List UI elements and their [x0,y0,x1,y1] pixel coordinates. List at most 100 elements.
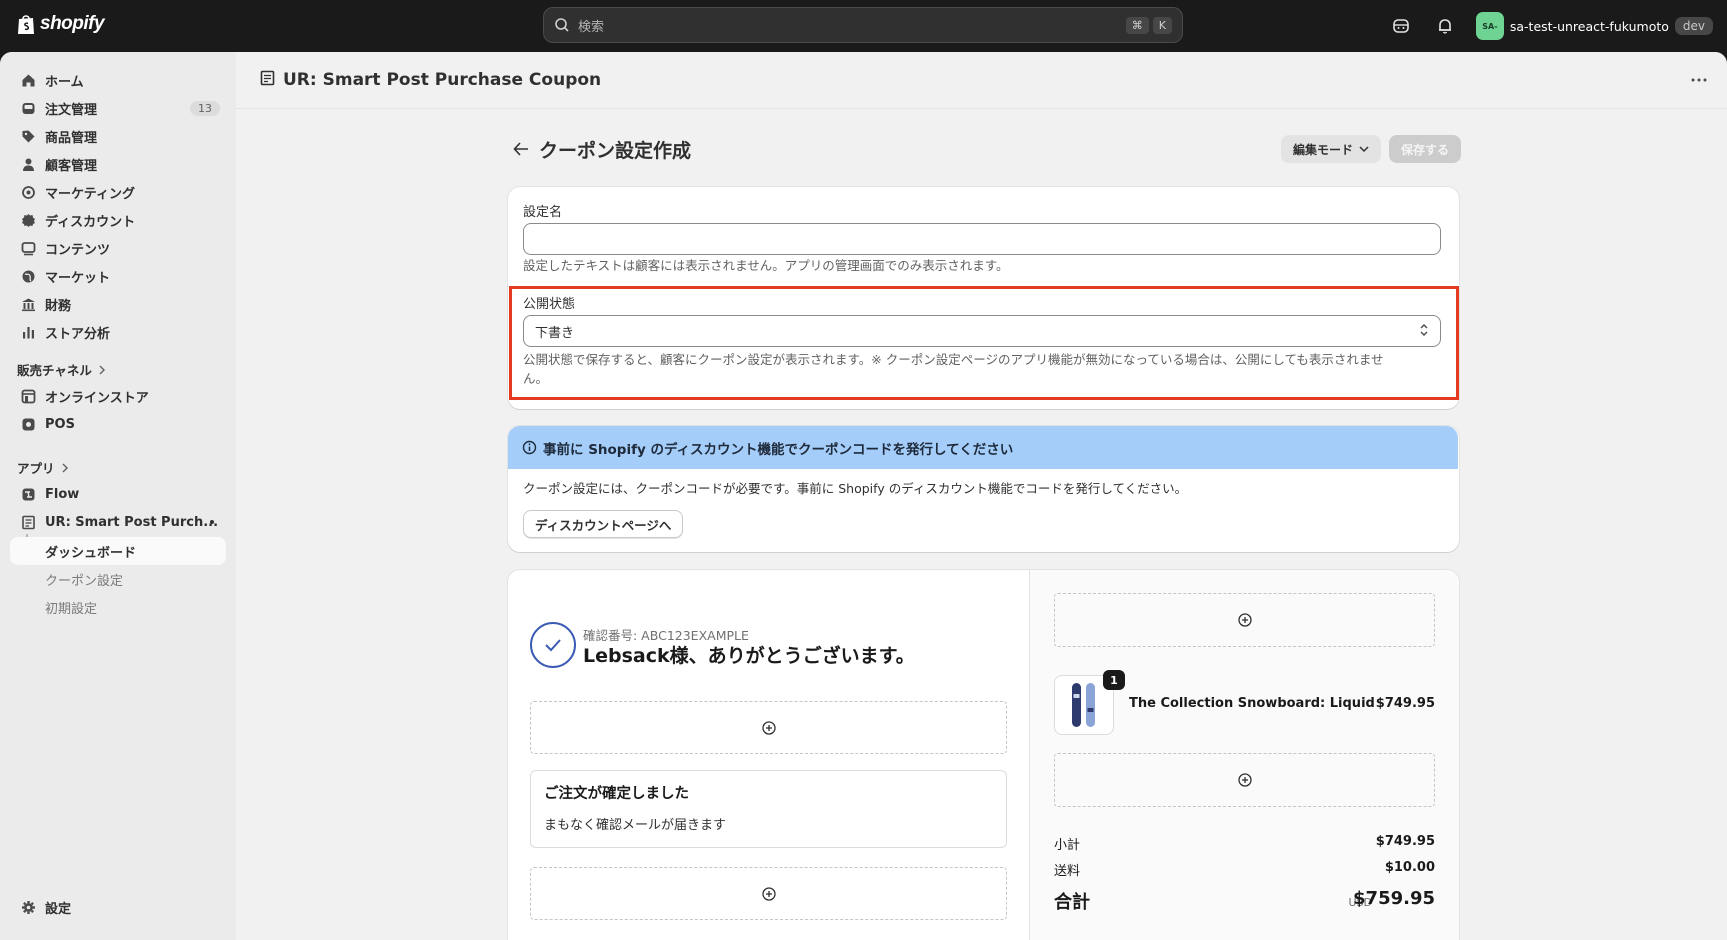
logo-text: shopify [40,13,105,34]
sidebar-item-home[interactable]: ホーム [10,66,226,94]
target-icon [20,184,36,200]
quantity-badge: 1 [1103,670,1125,690]
sidebar-item-label: Flow [45,486,80,502]
chevron-right-icon [62,463,68,472]
store-name: sa-test-unreact-fukumoto [1509,18,1669,34]
order-confirmed-subtitle: まもなく確認メールが届きます [544,818,727,833]
sidebar-item-smart-post-purchase[interactable]: UR: Smart Post Purch... [10,508,226,536]
back-button[interactable] [511,139,531,159]
search-bar[interactable]: 検索 ⌘ K [543,7,1183,43]
info-banner-card: 事前に Shopify のディスカウント機能でクーポンコードを発行してください … [508,426,1459,552]
apps-heading[interactable]: アプリ [17,458,69,477]
section-title-text: アプリ [17,461,55,476]
app-icon [20,514,36,530]
save-button[interactable]: 保存する [1388,135,1461,163]
info-banner-title: 事前に Shopify のディスカウント機能でクーポンコードを発行してください [543,441,1014,458]
edit-mode-label: 編集モード [1292,142,1353,157]
app-header: UR: Smart Post Purchase Coupon [236,52,1727,109]
sidebar-item-customers[interactable]: 顧客管理 [10,150,226,178]
info-banner-body: クーポン設定には、クーポンコードが必要です。事前に Shopify のディスカウ… [523,481,1188,496]
shortcut-k-key: K [1152,16,1172,34]
highlight-box [509,286,1459,400]
thank-you-message: Lebsack様、ありがとうございます。 [583,645,915,667]
sidekick-button[interactable] [1384,9,1418,43]
shopify-bag-icon [16,12,36,36]
store-avatar: SA- [1475,12,1504,40]
sidebar-subitem-dashboard[interactable]: ダッシュボード [10,537,226,565]
subtotal-label: 小計 [1054,838,1081,853]
sidebar-item-discounts[interactable]: ディスカウント [10,206,226,234]
app-icon [260,70,275,90]
globe-icon [20,268,36,284]
total-label: 合計 [1054,892,1090,913]
notifications-button[interactable] [1428,9,1462,43]
sidebar-item-label: オンラインストア [45,390,149,406]
sidebar-item-label: 商品管理 [45,130,98,146]
sidebar-item-settings[interactable]: 設定 [10,893,226,921]
sidebar-item-content[interactable]: コンテンツ [10,234,226,262]
add-block-slot[interactable] [530,701,1007,754]
shopify-logo[interactable]: shopify [16,12,105,36]
dev-badge: dev [1674,17,1713,35]
add-circle-icon [1237,773,1252,787]
subtotal-value: $749.95 [1375,834,1435,849]
go-to-discounts-label: ディスカウントページへ [535,517,672,533]
sidebar-item-orders[interactable]: 注文管理 13 [10,94,226,122]
sidebar-item-label: 注文管理 [45,102,98,118]
gear-icon [20,899,36,915]
sidebar-item-label: ディスカウント [45,214,136,230]
sidebar-item-label: ホーム [45,74,84,90]
more-horizontal-icon [1691,78,1707,82]
sidebar-item-label: 顧客管理 [45,158,98,174]
sidebar-item-label: ストア分析 [45,326,111,342]
pos-icon [20,416,36,432]
sidebar-item-flow[interactable]: Flow [10,480,226,508]
sidebar-subitem-coupon-settings[interactable]: クーポン設定 [10,566,226,592]
unread-dot [210,520,214,524]
sidebar-item-label: コンテンツ [45,242,111,258]
add-block-slot[interactable] [530,867,1007,920]
bank-icon [20,296,36,312]
add-block-slot[interactable] [1054,753,1435,807]
add-circle-icon [761,720,776,735]
setting-name-input[interactable] [523,223,1441,255]
check-circle-icon [530,622,576,668]
sidebar-item-analytics[interactable]: ストア分析 [10,318,226,346]
admin-frame: ホーム 注文管理 13 商品管理 顧客管理 マーケティング ディスカウント コン… [0,52,1727,940]
sidebar-subitem-label: クーポン設定 [45,573,124,589]
sidebar-subitem-label: 初期設定 [45,601,98,617]
inbox-icon [20,100,36,116]
sidebar-item-finance[interactable]: 財務 [10,290,226,318]
add-circle-icon [1237,613,1252,627]
sidebar-item-label: マーケット [45,270,111,286]
sidebar-item-products[interactable]: 商品管理 [10,122,226,150]
snowboard-icon [1072,683,1095,727]
sidebar-item-marketing[interactable]: マーケティング [10,178,226,206]
sidebar-item-markets[interactable]: マーケット [10,262,226,290]
setting-name-help: 設定したテキストは顧客には表示されません。アプリの管理画面でのみ表示されます。 [523,258,1009,273]
sidebar-item-label: 設定 [45,901,72,917]
add-block-slot[interactable] [1054,593,1435,647]
sidebar-item-pos[interactable]: POS [10,410,226,438]
product-name: The Collection Snowboard: Liquid [1129,696,1375,711]
page-title: クーポン設定作成 [539,139,692,162]
info-banner-header: 事前に Shopify のディスカウント機能でクーポンコードを発行してください [508,426,1458,469]
main-content: UR: Smart Post Purchase Coupon クーポン設定作成 … [236,52,1727,940]
shipping-label: 送料 [1054,864,1081,879]
content-icon [20,240,36,256]
orders-count-badge: 13 [190,100,220,116]
sidebar-item-online-store[interactable]: オンラインストア [10,382,226,410]
store-menu[interactable]: SA- sa-test-unreact-fukumoto dev [1472,9,1717,43]
order-confirmed-box: ご注文が確定しました まもなく確認メールが届きます [530,770,1007,848]
sidebar-item-label: マーケティング [45,186,135,202]
top-bar: shopify 検索 ⌘ K SA- sa-test-unreact-fukum… [0,0,1727,52]
go-to-discounts-button[interactable]: ディスカウントページへ [523,510,684,538]
more-actions-button[interactable] [1687,70,1711,90]
product-price: $749.95 [1375,696,1435,711]
sidebar-subitem-initial-settings[interactable]: 初期設定 [10,594,226,620]
save-label: 保存する [1400,142,1449,157]
edit-mode-button[interactable]: 編集モード [1280,135,1381,163]
shipping-value: $10.00 [1384,860,1435,875]
sales-channels-heading[interactable]: 販売チャネル [17,360,106,379]
sidekick-icon [1393,19,1409,33]
